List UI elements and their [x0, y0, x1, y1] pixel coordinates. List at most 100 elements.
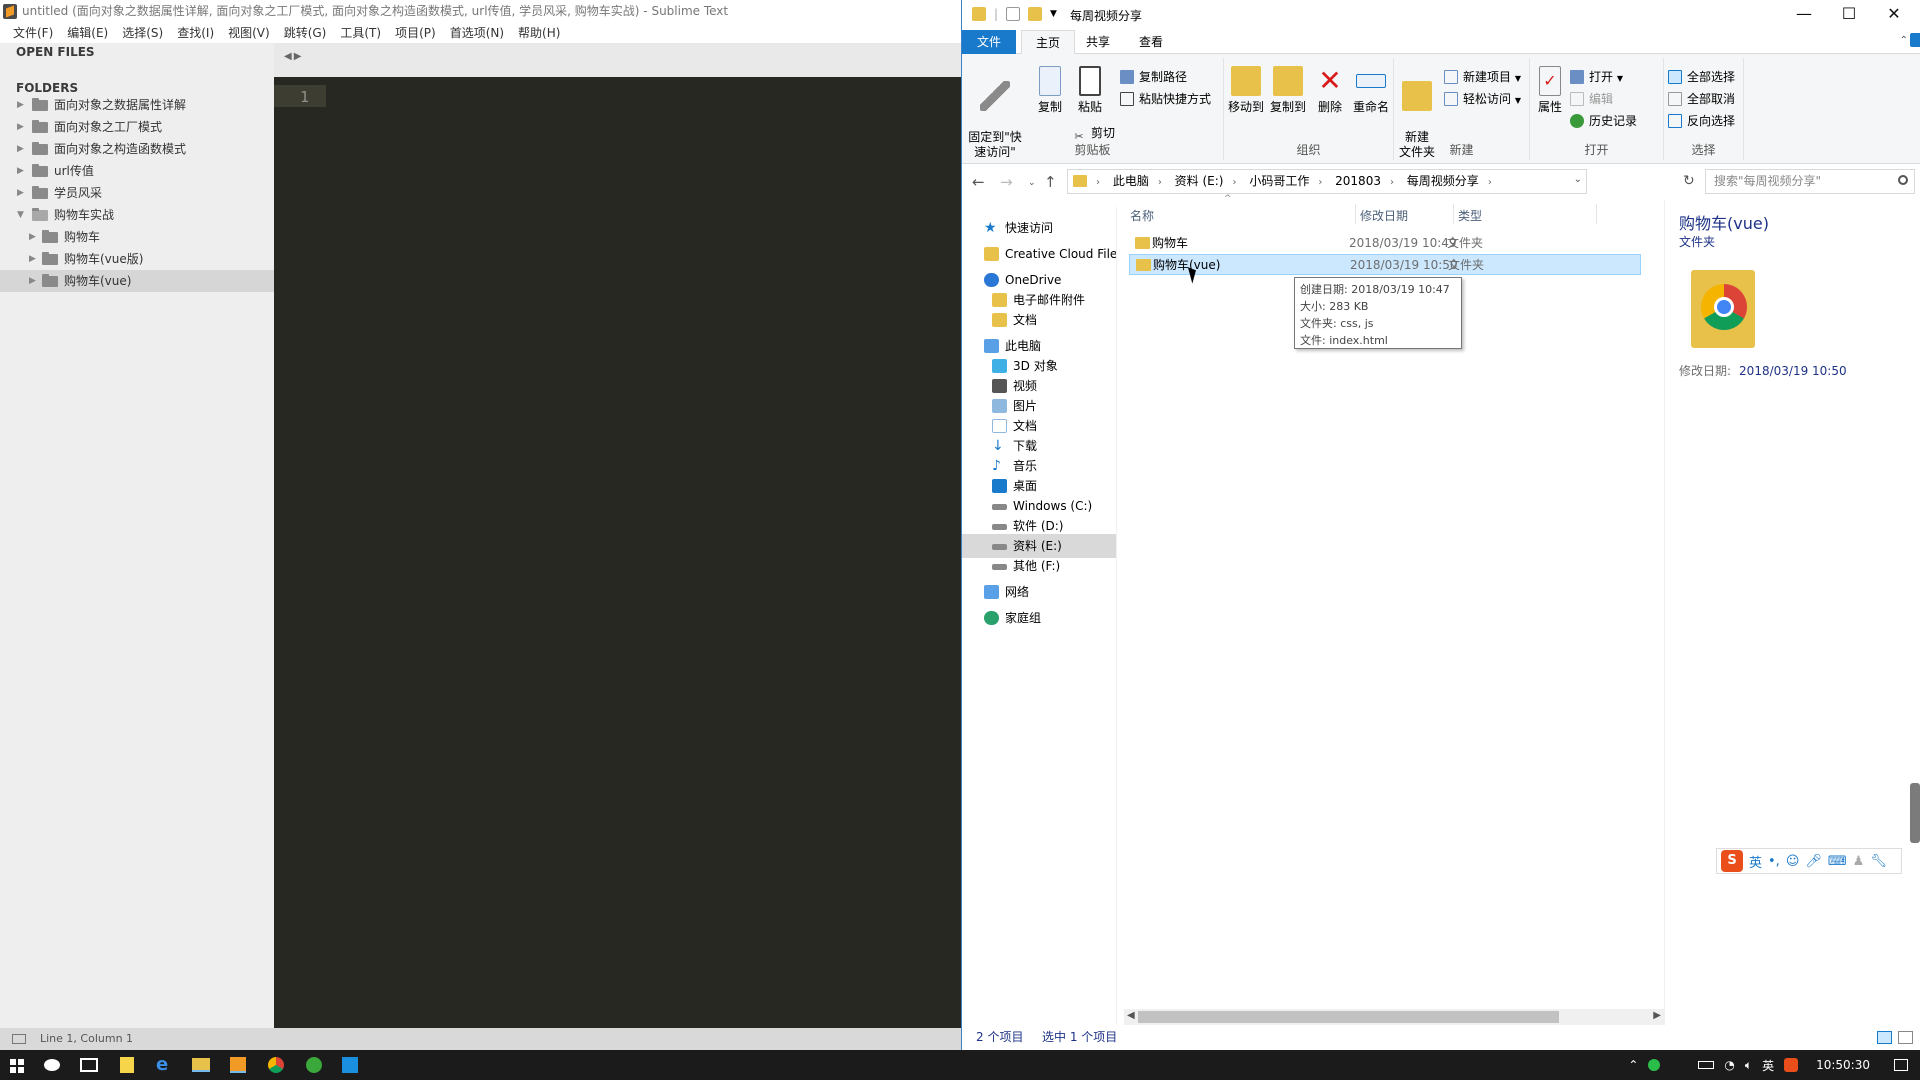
start-button-windows-icon[interactable] [10, 1059, 24, 1073]
refresh-icon[interactable]: ↻ [1683, 173, 1695, 189]
maximize-button[interactable]: ☐ [1839, 4, 1859, 24]
minimize-button[interactable]: — [1794, 4, 1814, 24]
invert-selection-button[interactable]: 反向选择 [1668, 112, 1735, 130]
search-icon[interactable] [1898, 175, 1908, 185]
ribbon-collapse-icon[interactable]: ⌃ [1900, 35, 1908, 46]
breadcrumb-drive-e[interactable]: 资料 (E:) [1175, 174, 1224, 188]
tab-home[interactable]: 主页 [1021, 30, 1076, 55]
breadcrumb-this-pc[interactable]: 此电脑 [1113, 174, 1149, 188]
column-date-header[interactable]: 修改日期 [1360, 207, 1408, 224]
paste-shortcut-button[interactable]: 粘贴快捷方式 [1120, 90, 1211, 108]
menu-view[interactable]: 视图(V) [221, 23, 277, 43]
details-view-icon[interactable] [1877, 1031, 1892, 1044]
keyboard-icon[interactable]: ⌨ [1828, 854, 1847, 869]
scroll-right-icon[interactable]: ▶ [1653, 1010, 1661, 1021]
breadcrumb-201803[interactable]: 201803 [1335, 174, 1381, 188]
emoji-icon[interactable]: ☺ [1786, 854, 1800, 869]
menu-help[interactable]: 帮助(H) [511, 23, 567, 43]
tab-nav-arrows-icon[interactable]: ◀▶ [284, 51, 303, 62]
search-input[interactable]: 搜索"每周视频分享" [1705, 169, 1915, 194]
tray-app-icon[interactable] [1648, 1059, 1661, 1071]
menu-selection[interactable]: 选择(S) [115, 23, 170, 43]
column-divider[interactable] [1453, 204, 1454, 224]
back-arrow-icon[interactable]: ← [972, 173, 985, 191]
menu-project[interactable]: 项目(P) [388, 23, 443, 43]
rename-button[interactable]: 重命名 [1350, 66, 1392, 115]
sogou-logo-icon[interactable]: S [1721, 850, 1743, 872]
up-arrow-icon[interactable]: ↑ [1044, 173, 1057, 191]
menu-file[interactable]: 文件(F) [6, 23, 60, 43]
column-divider[interactable] [1596, 204, 1597, 224]
nav-drive-f[interactable]: 其他 (F:) [962, 554, 1116, 578]
copy-button[interactable]: 复制 [1032, 66, 1068, 115]
select-all-button[interactable]: 全部选择 [1668, 68, 1735, 86]
edit-button[interactable]: 编辑 [1570, 90, 1613, 108]
nav-creative-cloud[interactable]: Creative Cloud Files [962, 242, 1116, 266]
new-folder-icon[interactable] [1028, 7, 1043, 21]
properties-check-icon[interactable] [1006, 7, 1021, 21]
forward-arrow-icon[interactable]: → [1000, 173, 1013, 191]
expand-arrow-icon[interactable]: ▶ [17, 182, 24, 204]
settings-wrench-icon[interactable]: 🔧︎ [1870, 854, 1887, 869]
copy-path-button[interactable]: 复制路径 [1120, 68, 1187, 86]
tree-item-selected[interactable]: ▶ 购物车(vue) [0, 270, 274, 292]
menu-preferences[interactable]: 首选项(N) [443, 23, 511, 43]
cortana-icon[interactable] [44, 1059, 60, 1071]
large-icons-view-icon[interactable] [1898, 1031, 1913, 1044]
wifi-icon[interactable]: ◔ [1724, 1058, 1734, 1072]
tree-item[interactable]: ▶ 学员风采 [0, 182, 274, 204]
easy-access-button[interactable]: 轻松访问 ▼ [1444, 90, 1521, 110]
open-button[interactable]: 打开 ▼ [1570, 68, 1623, 88]
punctuation-icon[interactable]: •, [1768, 854, 1780, 869]
chrome-taskbar-icon[interactable] [268, 1057, 284, 1073]
new-item-button[interactable]: 新建项目 ▼ [1444, 68, 1521, 88]
breadcrumb-current[interactable]: 每周视频分享 [1407, 174, 1479, 188]
nav-network[interactable]: 网络 [962, 580, 1116, 604]
tree-item[interactable]: ▶ 面向对象之工厂模式 [0, 116, 274, 138]
address-dropdown-icon[interactable]: ⌄ [1574, 174, 1582, 185]
address-bar[interactable]: › 此电脑 › 资料 (E:) › 小码哥工作 › 201803 › 每周视频分享 › ⌄ [1067, 169, 1587, 194]
app-taskbar-icon[interactable] [342, 1057, 358, 1073]
tree-item[interactable]: ▼ 购物车实战 [0, 204, 274, 226]
panel-toggle-icon[interactable] [12, 1034, 26, 1044]
microphone-icon[interactable]: 🎤︎ [1805, 854, 1822, 869]
breadcrumb-work[interactable]: 小码哥工作 [1249, 174, 1309, 188]
copy-to-button[interactable]: 复制到 [1268, 66, 1308, 115]
tab-share[interactable]: 共享 [1072, 30, 1124, 54]
tree-item[interactable]: ▶ 购物车(vue版) [0, 248, 274, 270]
horizontal-scrollbar[interactable]: ◀ ▶ [1124, 1009, 1664, 1025]
expand-arrow-icon[interactable]: ▶ [17, 160, 24, 182]
editor-area[interactable]: ◀▶ 1 [274, 43, 961, 1028]
column-type-header[interactable]: 类型 [1458, 207, 1482, 224]
battery-icon[interactable] [1698, 1061, 1715, 1069]
move-to-button[interactable]: 移动到 [1226, 66, 1266, 115]
sogou-tray-icon[interactable] [1784, 1058, 1799, 1072]
clock[interactable]: 10:50:30 [1816, 1058, 1870, 1072]
tab-view[interactable]: 查看 [1125, 30, 1177, 54]
menu-edit[interactable]: 编辑(E) [60, 23, 115, 43]
nav-homegroup[interactable]: 家庭组 [962, 606, 1116, 630]
wechat-taskbar-icon[interactable] [306, 1057, 322, 1073]
expand-arrow-icon[interactable]: ▶ [17, 94, 24, 116]
nav-quick-access[interactable]: ★ 快速访问 [962, 216, 1116, 240]
delete-button[interactable]: ✕ 删除 [1312, 66, 1348, 115]
column-divider[interactable] [1355, 204, 1356, 224]
properties-button[interactable]: ✓ 属性 [1534, 66, 1566, 115]
scroll-left-icon[interactable]: ◀ [1127, 1010, 1135, 1021]
menu-find[interactable]: 查找(I) [170, 23, 221, 43]
ime-language[interactable]: 英 [1762, 1057, 1774, 1074]
file-explorer-taskbar-icon[interactable] [192, 1058, 210, 1072]
tree-item[interactable]: ▶ url传值 [0, 160, 274, 182]
tree-item[interactable]: ▶ 面向对象之数据属性详解 [0, 94, 274, 116]
sticky-notes-icon[interactable] [120, 1057, 134, 1073]
chevron-down-icon[interactable]: ▼ [1050, 9, 1057, 19]
help-icon[interactable] [1910, 33, 1920, 47]
paste-button[interactable]: 粘贴 [1072, 66, 1108, 115]
tree-item[interactable]: ▶ 面向对象之构造函数模式 [0, 138, 274, 160]
sublime-taskbar-icon[interactable] [230, 1057, 246, 1073]
scrollbar-thumb[interactable] [1138, 1011, 1559, 1023]
file-row-selected[interactable]: 购物车(vue) 2018/03/19 10:50 文件夹 [1129, 254, 1641, 275]
collapse-arrow-icon[interactable]: ▼ [17, 204, 24, 226]
select-none-button[interactable]: 全部取消 [1668, 90, 1735, 108]
file-row[interactable]: 购物车 2018/03/19 10:49 文件夹 [1129, 233, 1641, 254]
